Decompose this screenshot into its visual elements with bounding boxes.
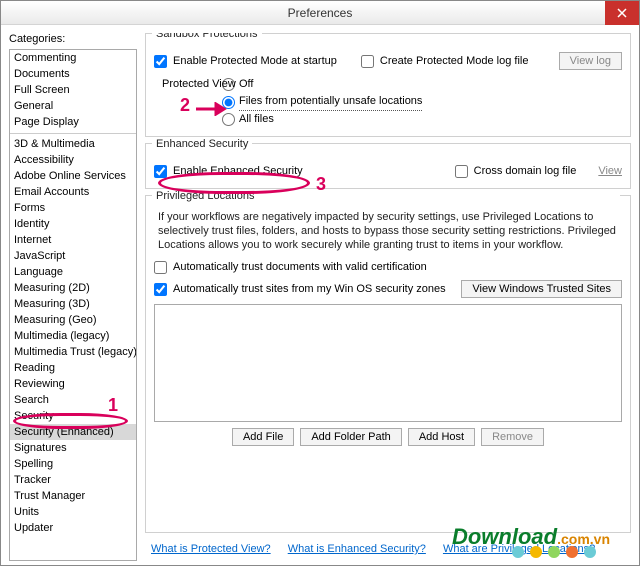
category-item[interactable]: Commenting xyxy=(10,50,136,66)
category-item[interactable]: Reviewing xyxy=(10,376,136,392)
cross-domain-checkbox[interactable] xyxy=(455,165,468,178)
view-trusted-button[interactable]: View Windows Trusted Sites xyxy=(461,280,622,298)
auto-trust-cert-label: Automatically trust documents with valid… xyxy=(173,258,427,276)
create-log-checkbox[interactable] xyxy=(361,55,374,68)
category-item[interactable]: Internet xyxy=(10,232,136,248)
category-item[interactable]: Units xyxy=(10,504,136,520)
footer-links: What is Protected View? What is Enhanced… xyxy=(145,539,631,561)
link-privileged-locations[interactable]: What are Privileged Locations? xyxy=(443,543,595,555)
pv-unsafe-label: Files from potentially unsafe locations xyxy=(239,93,422,111)
cross-domain-label: Cross domain log file xyxy=(474,162,577,180)
enable-protected-checkbox[interactable] xyxy=(154,55,167,68)
category-item[interactable]: Full Screen xyxy=(10,82,136,98)
sandbox-label: Sandbox Protections xyxy=(152,33,262,40)
category-item[interactable]: Security (Enhanced) xyxy=(10,424,136,440)
category-item[interactable]: Documents xyxy=(10,66,136,82)
enable-enhanced-label: Enable Enhanced Security xyxy=(173,162,303,180)
privileged-description: If your workflows are negatively impacte… xyxy=(154,208,622,258)
auto-trust-os-label: Automatically trust sites from my Win OS… xyxy=(173,280,446,298)
pv-off-label: Off xyxy=(239,76,253,93)
enhanced-group: Enhanced Security Enable Enhanced Securi… xyxy=(145,143,631,189)
privileged-label: Privileged Locations xyxy=(152,190,620,202)
category-item[interactable]: 3D & Multimedia xyxy=(10,136,136,152)
categories-label: Categories: xyxy=(9,33,137,45)
locations-listbox[interactable] xyxy=(154,304,622,422)
category-item[interactable]: Reading xyxy=(10,360,136,376)
category-item[interactable]: Language xyxy=(10,264,136,280)
remove-button[interactable]: Remove xyxy=(481,428,544,446)
link-enhanced-security[interactable]: What is Enhanced Security? xyxy=(288,543,426,555)
pv-unsafe-radio[interactable] xyxy=(222,96,235,109)
auto-trust-cert-checkbox[interactable] xyxy=(154,261,167,274)
add-file-button[interactable]: Add File xyxy=(232,428,294,446)
category-item[interactable]: Email Accounts xyxy=(10,184,136,200)
category-item[interactable]: Adobe Online Services xyxy=(10,168,136,184)
category-item[interactable]: Trust Manager xyxy=(10,488,136,504)
category-item[interactable]: Measuring (2D) xyxy=(10,280,136,296)
categories-list[interactable]: CommentingDocumentsFull ScreenGeneralPag… xyxy=(9,49,137,561)
close-button[interactable] xyxy=(605,1,639,25)
category-item[interactable]: General xyxy=(10,98,136,114)
enable-enhanced-checkbox[interactable] xyxy=(154,165,167,178)
preferences-window: Preferences Categories: CommentingDocume… xyxy=(0,0,640,566)
category-item[interactable]: Measuring (Geo) xyxy=(10,312,136,328)
add-host-button[interactable]: Add Host xyxy=(408,428,475,446)
category-item[interactable]: Spelling xyxy=(10,456,136,472)
category-item[interactable]: Page Display xyxy=(10,114,136,130)
category-item[interactable]: JavaScript xyxy=(10,248,136,264)
protected-view-label: Protected View xyxy=(162,76,236,93)
titlebar: Preferences xyxy=(1,1,639,25)
category-item[interactable]: Measuring (3D) xyxy=(10,296,136,312)
category-item[interactable]: Identity xyxy=(10,216,136,232)
category-item[interactable]: Security xyxy=(10,408,136,424)
category-item[interactable]: Forms xyxy=(10,200,136,216)
category-item[interactable]: Accessibility xyxy=(10,152,136,168)
category-item[interactable]: Search xyxy=(10,392,136,408)
auto-trust-os-checkbox[interactable] xyxy=(154,283,167,296)
link-protected-view[interactable]: What is Protected View? xyxy=(151,543,271,555)
pv-all-radio[interactable] xyxy=(222,113,235,126)
sandbox-group: Sandbox Protections Enable Protected Mod… xyxy=(145,33,631,137)
category-item[interactable]: Tracker xyxy=(10,472,136,488)
view-link[interactable]: View xyxy=(598,162,622,180)
pv-all-label: All files xyxy=(239,111,274,128)
category-item[interactable]: Updater xyxy=(10,520,136,536)
category-item[interactable]: Multimedia Trust (legacy) xyxy=(10,344,136,360)
privileged-group: Privileged Locations If your workflows a… xyxy=(145,195,631,533)
enhanced-label: Enhanced Security xyxy=(152,138,252,150)
create-log-label: Create Protected Mode log file xyxy=(380,52,529,70)
view-log-button[interactable]: View log xyxy=(559,52,622,70)
category-item[interactable]: Signatures xyxy=(10,440,136,456)
enable-protected-label: Enable Protected Mode at startup xyxy=(173,52,337,70)
category-item[interactable]: Multimedia (legacy) xyxy=(10,328,136,344)
add-folder-button[interactable]: Add Folder Path xyxy=(300,428,402,446)
window-title: Preferences xyxy=(1,6,639,20)
